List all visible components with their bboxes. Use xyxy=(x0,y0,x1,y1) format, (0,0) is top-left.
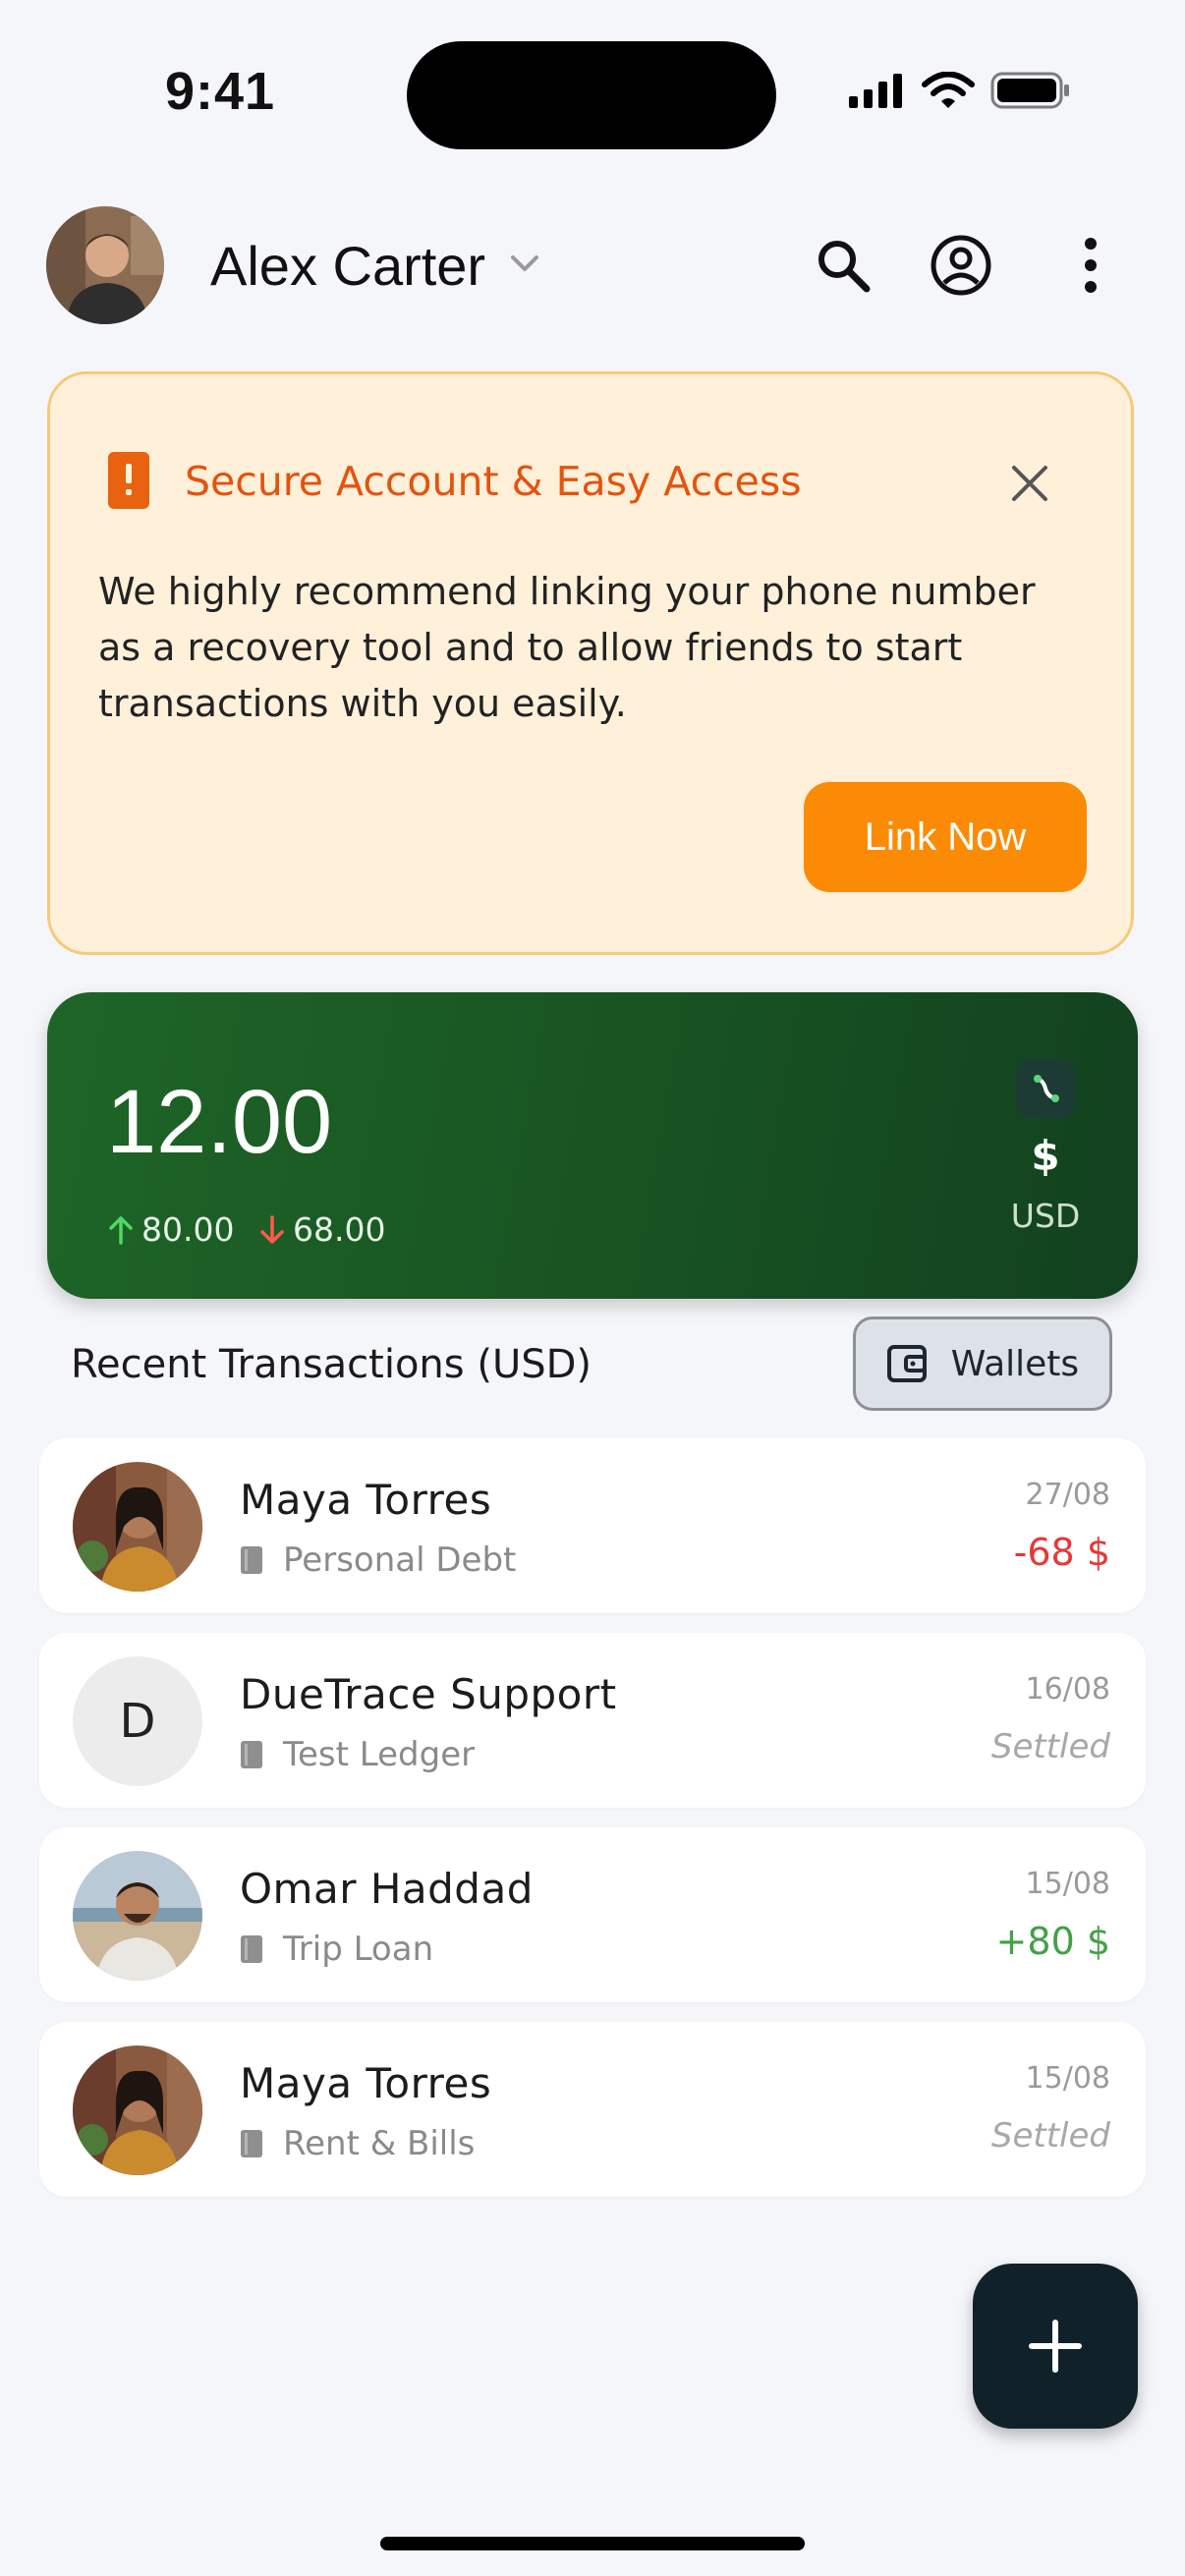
status-icons xyxy=(847,71,1071,110)
profile-button[interactable] xyxy=(926,230,996,301)
wallets-button[interactable]: Wallets xyxy=(853,1316,1112,1411)
banner-message: We highly recommend linking your phone n… xyxy=(98,570,1036,725)
transaction-amount: -68 $ xyxy=(1013,1531,1110,1574)
transaction-status: Settled xyxy=(990,2116,1110,2156)
wallet-icon xyxy=(886,1345,927,1382)
contact-initial-avatar: D xyxy=(73,1656,202,1786)
book-icon xyxy=(241,1546,262,1574)
currency-code: USD xyxy=(1010,1197,1081,1235)
ledger-label: Trip Loan xyxy=(283,1930,434,1969)
ledger-label: Test Ledger xyxy=(283,1735,476,1774)
banner-close-button[interactable] xyxy=(998,452,1061,515)
wallets-label: Wallets xyxy=(950,1343,1080,1384)
book-icon xyxy=(241,1741,262,1768)
transaction-name: DueTrace Support xyxy=(240,1670,617,1718)
cellular-signal-icon xyxy=(849,74,902,108)
transaction-name: Omar Haddad xyxy=(240,1865,534,1913)
status-time: 9:41 xyxy=(165,62,276,121)
ledger-label: Rent & Bills xyxy=(283,2124,476,2163)
transaction-name: Maya Torres xyxy=(240,2059,492,2107)
search-icon xyxy=(818,241,871,293)
transaction-date: 16/08 xyxy=(1025,1672,1110,1707)
transaction-ledger: Personal Debt xyxy=(240,1540,516,1580)
transaction-date: 15/08 xyxy=(1025,2061,1110,2096)
currency-symbol: $ xyxy=(1031,1132,1060,1180)
transaction-name: Maya Torres xyxy=(240,1476,492,1524)
dynamic-island xyxy=(407,41,776,149)
close-icon xyxy=(1012,466,1047,501)
chevron-down-icon[interactable] xyxy=(507,252,542,279)
contact-avatar xyxy=(73,1851,202,1981)
transaction-amount: +80 $ xyxy=(995,1920,1110,1963)
add-transaction-button[interactable] xyxy=(973,2264,1138,2429)
transaction-date: 27/08 xyxy=(1025,1478,1110,1512)
book-icon xyxy=(241,1935,262,1963)
avatar[interactable] xyxy=(46,206,164,324)
transaction-date: 15/08 xyxy=(1025,1867,1110,1901)
transaction-row[interactable]: Maya Torres Personal Debt 27/08 -68 $ xyxy=(39,1438,1146,1613)
transaction-row[interactable]: D DueTrace Support Test Ledger 16/08 Set… xyxy=(39,1633,1146,1808)
search-button[interactable] xyxy=(808,230,878,301)
outgoing-total: 68.00 xyxy=(259,1210,385,1249)
account-circle-icon xyxy=(931,235,991,296)
arrow-down-icon xyxy=(260,1214,284,1244)
transaction-row[interactable]: Omar Haddad Trip Loan 15/08 +80 $ xyxy=(39,1827,1146,2002)
wifi-icon xyxy=(922,72,975,108)
more-options-button[interactable] xyxy=(1055,230,1126,301)
arrow-up-icon xyxy=(109,1215,133,1245)
transaction-ledger: Rent & Bills xyxy=(240,2124,475,2163)
incoming-amount: 80.00 xyxy=(141,1210,235,1249)
app-logo-icon xyxy=(1016,1059,1075,1118)
link-now-button[interactable]: Link Now xyxy=(804,782,1087,892)
plus-icon xyxy=(1029,2320,1082,2373)
transaction-status: Settled xyxy=(990,1727,1110,1766)
incoming-total: 80.00 xyxy=(108,1210,234,1249)
more-vertical-icon xyxy=(1085,238,1097,293)
outgoing-amount: 68.00 xyxy=(293,1210,386,1249)
phone-alert-icon xyxy=(106,450,151,515)
transaction-ledger: Trip Loan xyxy=(240,1930,433,1969)
ledger-label: Personal Debt xyxy=(283,1540,517,1580)
book-icon xyxy=(241,2130,262,2157)
transaction-ledger: Test Ledger xyxy=(240,1735,475,1774)
battery-icon xyxy=(990,72,1069,109)
contact-avatar xyxy=(73,2045,202,2175)
balance-amount: 12.00 xyxy=(106,1072,333,1172)
recent-transactions-title: Recent Transactions (USD) xyxy=(71,1342,592,1387)
transaction-row[interactable]: Maya Torres Rent & Bills 15/08 Settled xyxy=(39,2022,1146,2197)
user-name[interactable]: Alex Carter xyxy=(210,234,485,298)
home-indicator xyxy=(380,2537,805,2550)
banner-title: Secure Account & Easy Access xyxy=(185,458,802,505)
contact-avatar xyxy=(73,1462,202,1592)
